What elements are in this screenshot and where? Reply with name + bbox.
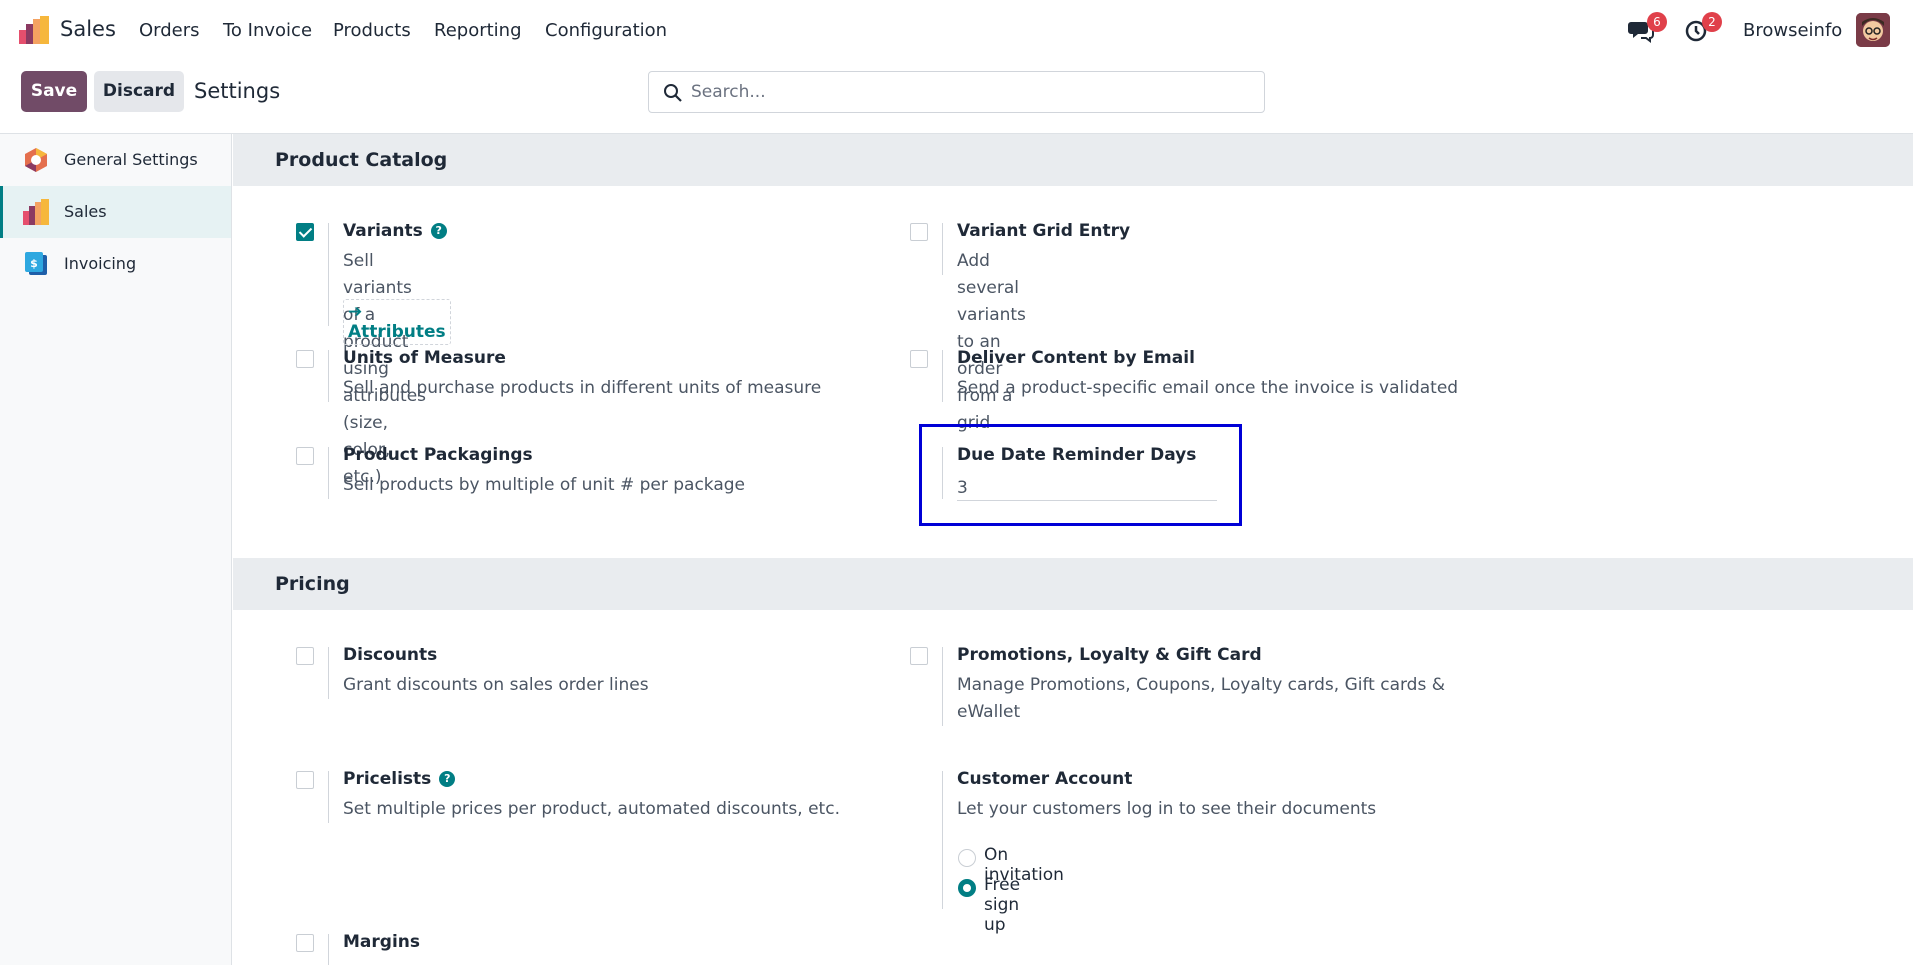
packagings-checkbox[interactable] [296,447,314,465]
help-icon[interactable]: ? [439,771,456,787]
section-header-pricing: Pricing [233,558,1913,610]
divider [328,934,329,965]
setting-title: Margins [343,932,420,952]
sidebar-item-label: General Settings [64,150,198,169]
promotions-checkbox[interactable] [910,647,928,665]
menu-to-invoice[interactable]: To Invoice [223,20,312,41]
pricelists-checkbox[interactable] [296,771,314,789]
variant-grid-checkbox[interactable] [910,223,928,241]
setting-description: Set multiple prices per product, automat… [343,799,840,819]
breadcrumb: Settings [194,79,281,103]
settings-sidebar: General Settings Sales $ Invoicing [0,134,232,965]
setting-title: Deliver Content by Email [957,348,1195,368]
attributes-link-label: Attributes [348,322,446,342]
divider [328,447,329,499]
sidebar-item-general-settings[interactable]: General Settings [0,134,231,186]
margins-checkbox[interactable] [296,934,314,952]
user-avatar[interactable] [1856,13,1890,47]
menu-orders[interactable]: Orders [139,20,200,41]
radio-label: Free sign up [984,875,1021,935]
setting-description: Add several variants to an order from a … [957,251,1026,433]
menu-products[interactable]: Products [333,20,411,41]
divider [942,350,943,402]
invoicing-icon: $ [25,252,47,275]
setting-description: Grant discounts on sales order lines [343,675,649,695]
setting-title-text: Variants [343,221,423,241]
divider [328,647,329,699]
setting-title: Customer Account [957,769,1133,789]
setting-title: Product Packagings [343,445,533,465]
discard-button[interactable]: Discard [94,71,184,112]
search-input[interactable] [691,72,1251,112]
setting-description: Let your customers log in to see their d… [957,799,1377,819]
menu-reporting[interactable]: Reporting [434,20,522,41]
highlight-box [919,424,1242,526]
setting-description-cont: eWallet [957,702,1021,722]
arrow-right-icon: ➔ [348,302,363,322]
search-icon [664,84,682,102]
divider [328,350,329,402]
variants-checkbox[interactable] [296,223,314,241]
svg-text:$: $ [30,257,38,270]
sales-icon [23,199,49,225]
setting-title-text: Pricelists [343,769,432,789]
messages-badge: 6 [1647,12,1667,32]
discounts-checkbox[interactable] [296,647,314,665]
search-box[interactable] [648,71,1265,113]
save-button[interactable]: Save [21,71,87,112]
settings-content: Product Catalog Variants? Sell variants … [233,134,1913,965]
setting-description: Sell products by multiple of unit # per … [343,475,746,495]
divider [942,223,943,275]
divider [328,223,329,326]
divider [942,647,943,726]
radio-free-sign-up[interactable] [958,879,976,897]
divider [328,771,329,823]
setting-description: Manage Promotions, Coupons, Loyalty card… [957,675,1445,695]
setting-title: Units of Measure [343,348,506,368]
user-name[interactable]: Browseinfo [1743,20,1842,41]
general-settings-icon [25,148,47,172]
radio-on-invitation[interactable] [958,849,976,867]
avatar-face-icon [1856,13,1890,47]
deliver-content-checkbox[interactable] [910,350,928,368]
setting-description: Send a product-specific email once the i… [957,378,1459,398]
setting-title: Discounts [343,645,438,665]
activities-badge: 2 [1702,12,1722,32]
section-header-product-catalog: Product Catalog [233,134,1913,186]
top-navbar: Sales Orders To Invoice Products Reporti… [0,0,1913,61]
divider [942,771,943,909]
setting-title: Variants? [343,221,447,241]
sidebar-item-sales[interactable]: Sales [0,186,231,238]
setting-title: Promotions, Loyalty & Gift Card [957,645,1262,665]
section-title: Pricing [275,573,350,595]
setting-title: Variant Grid Entry [957,221,1131,241]
help-icon[interactable]: ? [430,223,447,239]
setting-description: Sell and purchase products in different … [343,378,822,398]
app-name[interactable]: Sales [60,17,116,41]
sidebar-item-invoicing[interactable]: $ Invoicing [0,238,231,290]
menu-configuration[interactable]: Configuration [545,20,667,41]
section-title: Product Catalog [275,149,448,171]
sidebar-item-label: Sales [64,202,107,221]
uom-checkbox[interactable] [296,350,314,368]
sales-app-icon[interactable] [19,16,49,44]
sidebar-item-label: Invoicing [64,254,137,273]
setting-title: Pricelists? [343,769,456,789]
attributes-link[interactable]: ➔ Attributes [343,299,451,345]
